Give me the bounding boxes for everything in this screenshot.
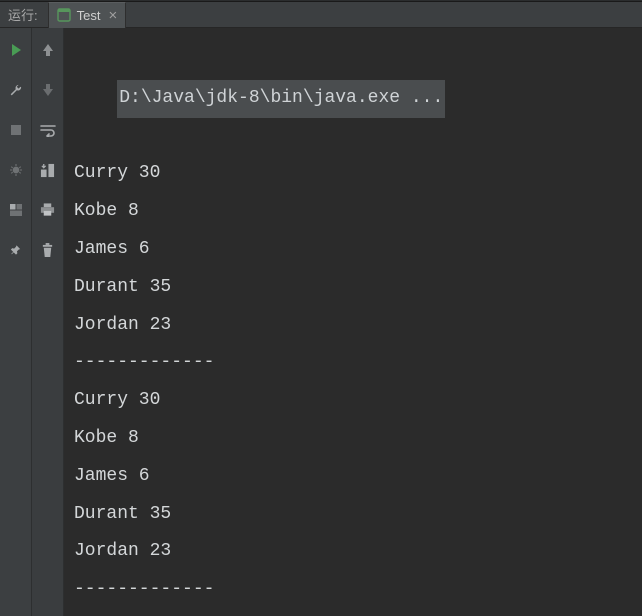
layout-icon [9, 203, 23, 217]
dump-threads-button[interactable] [4, 158, 28, 182]
stop-button[interactable] [4, 118, 28, 142]
stop-icon [10, 124, 22, 136]
run-label: 运行: [8, 5, 38, 24]
run-body: D:\Java\jdk-8\bin\java.exe ... Curry 30 … [0, 28, 642, 616]
arrow-down-icon [42, 83, 54, 97]
close-icon[interactable]: × [108, 8, 117, 23]
settings-button[interactable] [4, 78, 28, 102]
layout-button[interactable] [4, 198, 28, 222]
soft-wrap-icon [40, 123, 56, 137]
play-icon [9, 43, 23, 57]
soft-wrap-button[interactable] [36, 118, 60, 142]
console-command-line: D:\Java\jdk-8\bin\java.exe ... [117, 80, 445, 118]
up-stacktrace-button[interactable] [36, 38, 60, 62]
trash-icon [41, 243, 54, 258]
clear-all-button[interactable] [36, 238, 60, 262]
arrow-up-icon [42, 43, 54, 57]
print-icon [40, 203, 55, 217]
scroll-to-end-button[interactable] [36, 158, 60, 182]
console-lines: Curry 30 Kobe 8 James 6 Durant 35 Jordan… [74, 163, 214, 599]
pin-button[interactable] [4, 238, 28, 262]
bug-icon [8, 162, 24, 178]
rerun-button[interactable] [4, 38, 28, 62]
wrench-icon [8, 83, 23, 98]
run-tab-label: Test [77, 8, 101, 23]
run-tabbar: 运行: Test × [0, 2, 642, 28]
application-icon [57, 8, 71, 22]
run-gutter-mid [32, 28, 64, 616]
down-stacktrace-button[interactable] [36, 78, 60, 102]
console-output[interactable]: D:\Java\jdk-8\bin\java.exe ... Curry 30 … [64, 28, 642, 616]
print-button[interactable] [36, 198, 60, 222]
run-tab-test[interactable]: Test × [48, 2, 127, 28]
pin-icon [9, 243, 23, 257]
scroll-to-end-icon [40, 163, 55, 178]
run-gutter-left [0, 28, 32, 616]
